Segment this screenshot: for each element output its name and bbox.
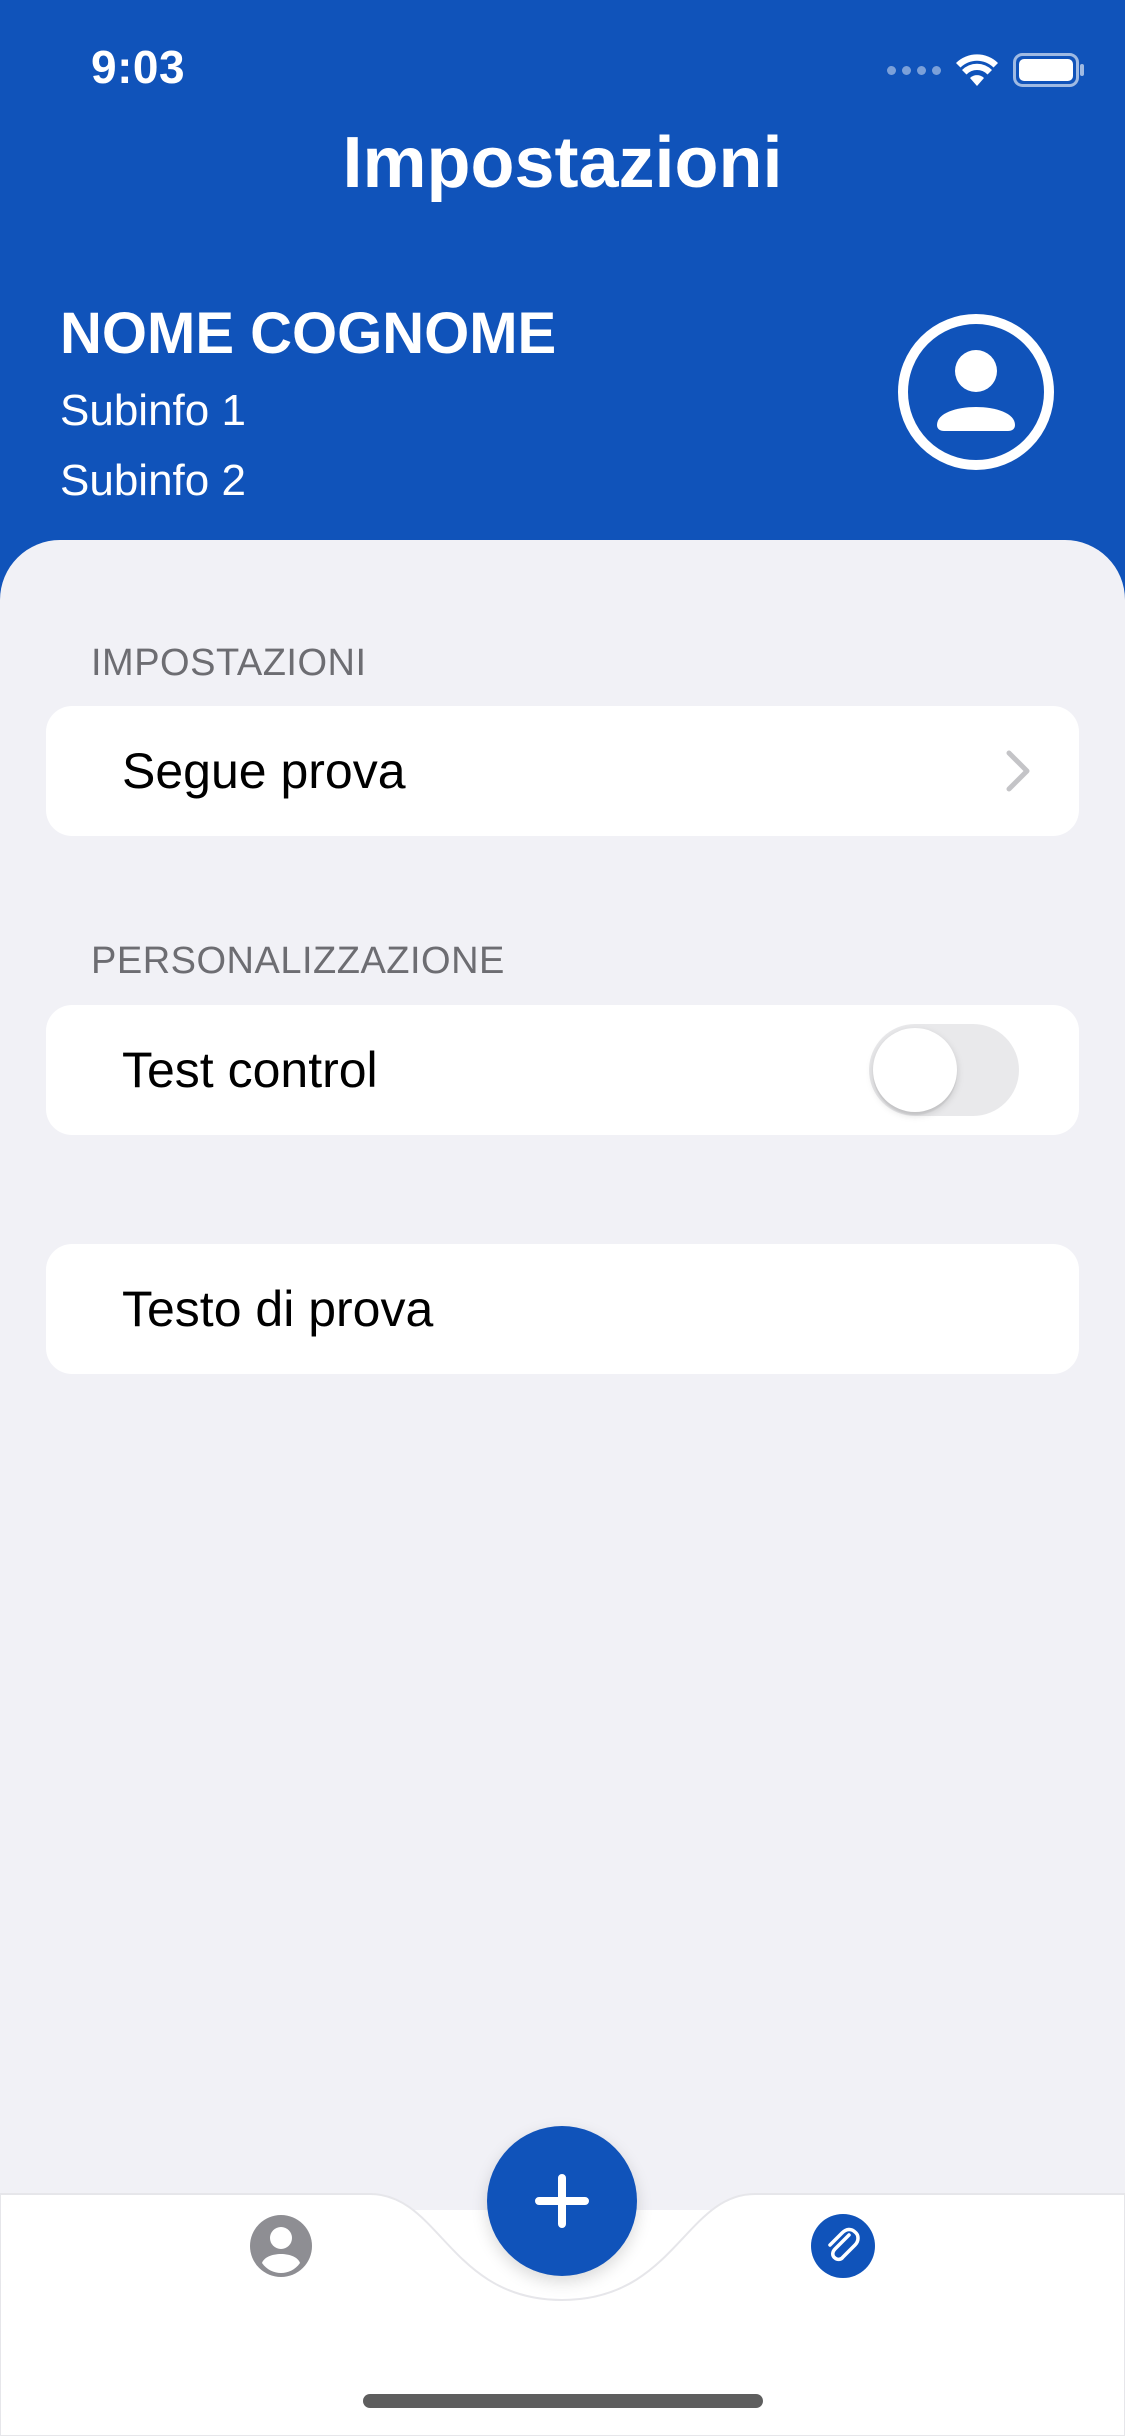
row-label: Testo di prova: [122, 1281, 434, 1337]
settings-content: IMPOSTAZIONI Segue prova PERSONALIZZAZIO…: [0, 540, 1125, 2190]
test-control-toggle[interactable]: [869, 1024, 1019, 1116]
person-circle-icon[interactable]: [248, 2213, 314, 2279]
section-header-impostazioni: IMPOSTAZIONI: [91, 642, 367, 684]
profile-subinfo-1: Subinfo 1: [60, 386, 246, 435]
paperclip-icon[interactable]: [810, 2213, 876, 2279]
add-button[interactable]: [487, 2126, 637, 2276]
row-segue-prova[interactable]: Segue prova: [46, 706, 1079, 836]
cellular-signal-icon: [887, 65, 941, 75]
row-label: Segue prova: [122, 743, 406, 799]
wifi-icon: [956, 54, 998, 86]
person-circle-icon[interactable]: [897, 313, 1055, 471]
status-icons: [887, 48, 1085, 92]
row-testo-di-prova[interactable]: Testo di prova: [46, 1244, 1079, 1374]
section-header-personalizzazione: PERSONALIZZAZIONE: [91, 940, 505, 982]
status-time: 9:03: [91, 41, 186, 93]
plus-icon: [535, 2174, 589, 2228]
toggle-knob: [873, 1028, 957, 1112]
chevron-right-icon: [1006, 750, 1030, 792]
row-test-control: Test control: [46, 1005, 1079, 1135]
profile-name: NOME COGNOME: [60, 301, 557, 366]
row-label: Test control: [122, 1042, 378, 1098]
battery-icon: [1013, 53, 1084, 87]
profile-subinfo-2: Subinfo 2: [60, 456, 246, 505]
page-title: Impostazioni: [342, 123, 783, 203]
home-indicator: [363, 2394, 763, 2408]
